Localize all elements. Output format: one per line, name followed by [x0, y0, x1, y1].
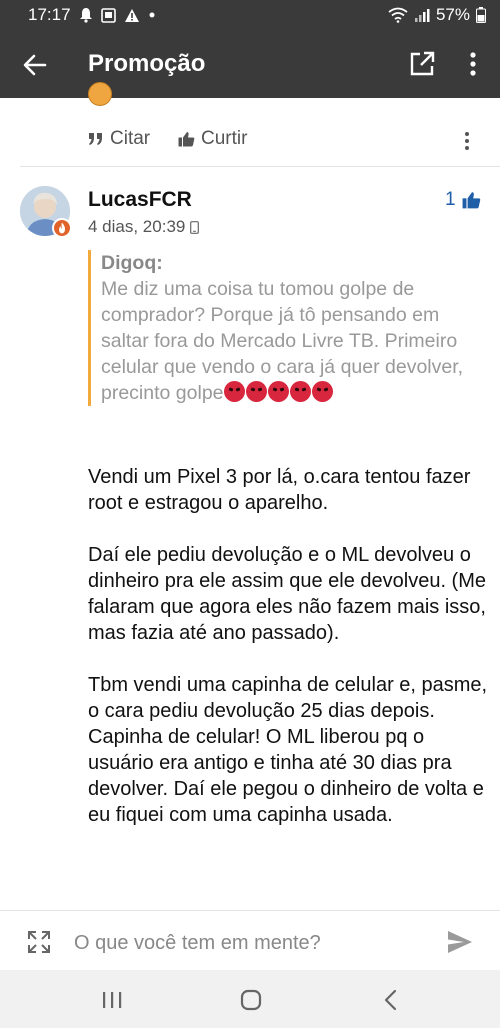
- thumbs-up-icon: [178, 132, 195, 147]
- post-paragraph: Vendi um Pixel 3 por lá, o.cara tentou f…: [88, 466, 471, 514]
- status-right: 57%: [388, 5, 486, 25]
- post-paragraph: Tbm vendi uma capinha de celular e, pasm…: [88, 674, 488, 826]
- reply-composer: [0, 910, 500, 970]
- user-badge-icon: [52, 218, 72, 238]
- more-vertical-icon: [465, 132, 469, 150]
- home-icon: [240, 989, 262, 1011]
- status-left: 17:17: [28, 5, 156, 25]
- post-like-count[interactable]: 1: [445, 189, 481, 211]
- thumbs-up-icon: [462, 192, 480, 209]
- post-more-button[interactable]: [460, 130, 474, 152]
- cite-label: Citar: [110, 128, 151, 149]
- post-quote: Digoq: Me diz uma coisa tu tomou golpe d…: [88, 250, 468, 406]
- quote-author: Digoq:: [101, 252, 163, 274]
- arrow-left-icon: [23, 54, 47, 76]
- expand-editor-button[interactable]: [26, 929, 52, 955]
- quote-icon: [89, 133, 102, 145]
- back-nav-button[interactable]: [377, 986, 405, 1014]
- expand-icon: [28, 931, 50, 953]
- open-external-button[interactable]: [408, 50, 436, 78]
- angry-emoji-icon: [223, 381, 245, 402]
- post-body: Vendi um Pixel 3 por lá, o.cara tentou f…: [88, 464, 488, 854]
- mobile-icon: [190, 220, 200, 234]
- angry-emoji-icon: [245, 381, 267, 402]
- battery-percent: 57%: [435, 5, 470, 24]
- divider: [20, 166, 500, 167]
- system-nav-bar: [0, 970, 500, 1028]
- back-button[interactable]: [22, 52, 48, 78]
- avatar[interactable]: [20, 186, 72, 238]
- more-options-button[interactable]: [462, 50, 484, 78]
- like-button[interactable]: Curtir: [178, 128, 247, 150]
- angry-emoji-icon: [311, 381, 333, 402]
- prev-post-actions: Citar Curtir: [0, 120, 500, 160]
- status-bar: 17:17 57%: [0, 0, 500, 30]
- battery-icon: [476, 7, 486, 23]
- recent-apps-button[interactable]: [98, 986, 126, 1014]
- cite-button[interactable]: Citar: [88, 128, 150, 150]
- chevron-left-icon: [384, 989, 397, 1011]
- send-icon: [448, 931, 472, 953]
- wifi-icon: [388, 7, 408, 23]
- like-count-number: 1: [445, 189, 456, 210]
- post-time-text: 4 dias, 20:39: [88, 217, 186, 236]
- home-button[interactable]: [237, 986, 265, 1014]
- post-username[interactable]: LucasFCR: [88, 188, 192, 212]
- app-bar: Promoção: [0, 30, 500, 98]
- dot-icon: [148, 11, 156, 19]
- more-vertical-icon: [470, 52, 476, 76]
- emoji-icon: [88, 82, 112, 106]
- post-paragraph: Daí ele pediu devolução e o ML devolveu …: [88, 544, 486, 644]
- like-label: Curtir: [201, 128, 248, 149]
- send-button[interactable]: [446, 928, 474, 956]
- reply-input[interactable]: [72, 925, 426, 961]
- page-title: Promoção: [88, 50, 206, 77]
- signal-icon: [414, 8, 430, 23]
- angry-emoji-icon: [289, 381, 311, 402]
- notification-icon: [79, 7, 93, 23]
- recent-apps-icon: [103, 992, 122, 1008]
- alert-icon: [124, 8, 140, 23]
- post-timestamp: 4 dias, 20:39: [88, 217, 200, 237]
- angry-emoji-icon: [267, 381, 289, 402]
- image-icon: [100, 7, 116, 23]
- status-time: 17:17: [28, 5, 71, 24]
- open-external-icon: [410, 51, 435, 76]
